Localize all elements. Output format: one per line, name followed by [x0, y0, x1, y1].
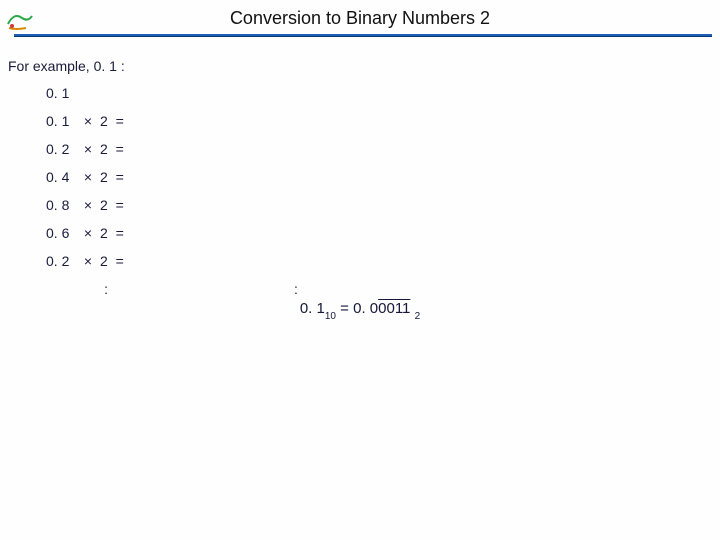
- step-row: 0. 1 × 2 =: [46, 114, 298, 128]
- step-lhs: 0. 4: [46, 170, 74, 184]
- step-row: 0. 4 × 2 =: [46, 170, 298, 184]
- step-row: 0. 2 × 2 =: [46, 254, 298, 268]
- ellipsis-right: :: [112, 282, 298, 296]
- step-row: 0. 2 × 2 =: [46, 142, 298, 156]
- step-eq: =: [112, 254, 124, 268]
- step-eq: =: [112, 226, 124, 240]
- step-op: ×: [78, 142, 96, 156]
- result-rhs-base: 2: [415, 311, 421, 322]
- step-row: 0. 6 × 2 =: [46, 226, 298, 240]
- step-mult: 2: [100, 198, 108, 212]
- ellipsis-row: : :: [46, 282, 298, 296]
- title-underline: [14, 34, 712, 37]
- step-op: ×: [78, 254, 96, 268]
- step-row: 0. 8 × 2 =: [46, 198, 298, 212]
- result-equation: 0. 110 = 0. 00011 2: [0, 300, 720, 320]
- conversion-steps: 0. 1 0. 1 × 2 = 0. 2 × 2 = 0. 4 × 2 = 0.…: [46, 86, 298, 310]
- result-rhs-prefix: 0. 0: [353, 300, 378, 317]
- step-mult: 2: [100, 170, 108, 184]
- initial-value: 0. 1: [46, 86, 298, 100]
- step-lhs: 0. 2: [46, 142, 74, 156]
- step-op: ×: [78, 198, 96, 212]
- step-value: 0. 1: [46, 86, 74, 100]
- step-eq: =: [112, 170, 124, 184]
- step-mult: 2: [100, 254, 108, 268]
- result-eq: =: [336, 300, 353, 317]
- step-lhs: 0. 8: [46, 198, 74, 212]
- step-op: ×: [78, 226, 96, 240]
- step-eq: =: [112, 114, 124, 128]
- step-op: ×: [78, 114, 96, 128]
- step-lhs: 0. 1: [46, 114, 74, 128]
- step-op: ×: [78, 170, 96, 184]
- step-eq: =: [112, 198, 124, 212]
- slide-title: Conversion to Binary Numbers 2: [0, 8, 720, 29]
- step-lhs: 0. 2: [46, 254, 74, 268]
- step-mult: 2: [100, 114, 108, 128]
- step-mult: 2: [100, 142, 108, 156]
- step-lhs: 0. 6: [46, 226, 74, 240]
- result-rhs-repeat: 0011: [378, 300, 410, 317]
- step-eq: =: [112, 142, 124, 156]
- ellipsis-left: :: [46, 282, 108, 296]
- example-intro: For example, 0. 1 :: [8, 58, 125, 74]
- step-mult: 2: [100, 226, 108, 240]
- result-lhs-base: 10: [325, 311, 336, 322]
- result-lhs: 0. 1: [300, 300, 325, 317]
